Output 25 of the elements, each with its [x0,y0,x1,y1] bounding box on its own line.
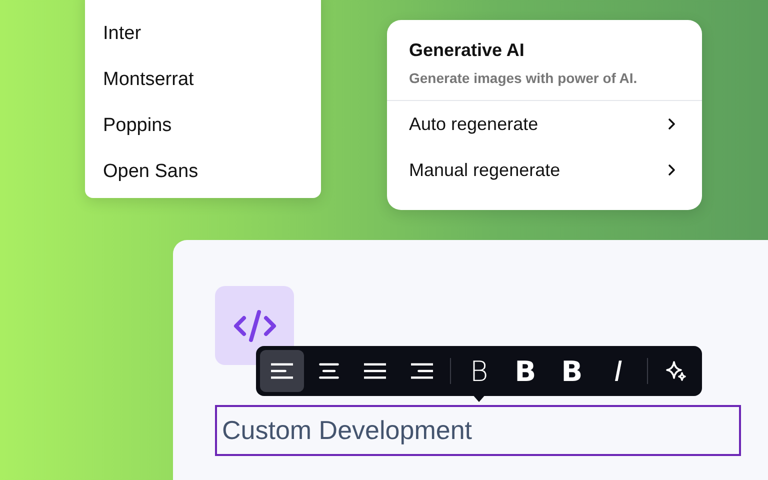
chevron-right-icon [668,164,676,176]
bold-button[interactable]: B [550,350,594,392]
menu-subtitle: Generate images with power of AI. [409,70,638,86]
card-heading: Custom Development [222,415,472,446]
heading-field[interactable]: Custom Development [215,405,741,456]
font-option[interactable]: Inter [103,22,321,45]
menu-item-label: Auto regenerate [409,114,538,134]
sparkle-icon [664,359,688,383]
menu-item[interactable]: Auto regenerate [387,101,702,147]
align-center-icon [318,362,340,380]
align-right-icon [410,362,433,380]
font-option[interactable]: Open Sans [103,160,321,183]
italic-button[interactable]: I [596,350,641,392]
font-option[interactable]: Poppins [103,114,321,137]
chevron-right-icon [668,118,676,130]
font-option[interactable]: Montserrat [103,68,321,91]
justify-icon [364,362,386,380]
bold-button[interactable]: B [503,350,548,392]
align-left-button[interactable] [260,350,304,392]
menu-title: Generative AI [409,40,526,61]
align-left-icon [271,362,294,380]
menu-item[interactable]: Manual regenerate [387,147,702,193]
code-icon [232,308,276,342]
bold-button[interactable]: B [456,350,502,392]
menu-item-label: Manual regenerate [409,160,560,180]
